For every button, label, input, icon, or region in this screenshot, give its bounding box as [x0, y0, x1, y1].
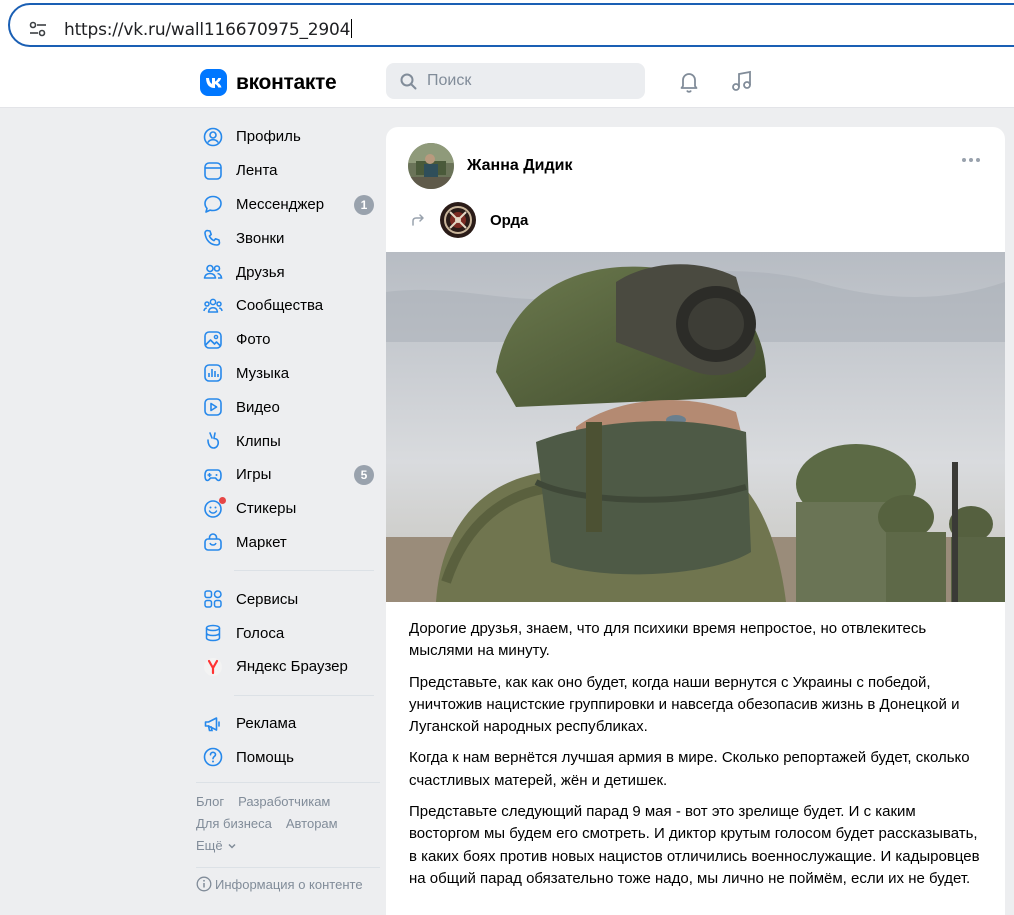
- business-link[interactable]: Для бизнеса: [196, 816, 272, 831]
- developers-link[interactable]: Разработчикам: [238, 794, 330, 809]
- sidebar-item-services[interactable]: Сервисы: [196, 582, 382, 616]
- more-options-icon[interactable]: [961, 157, 981, 163]
- sidebar-divider: [234, 694, 374, 696]
- post-photo[interactable]: [386, 252, 1005, 602]
- sidebar-item-friends[interactable]: Друзья: [196, 255, 382, 289]
- sidebar-item-label: Голоса: [236, 624, 285, 642]
- post-card: Жанна Дидик Орда Дорогие друзья, знаем, …: [386, 127, 1005, 915]
- unread-count-badge: 1: [354, 194, 374, 215]
- sidebar-item-label: Видео: [236, 398, 280, 416]
- post-author-name[interactable]: Жанна Дидик: [467, 157, 572, 175]
- notifications-bell-icon[interactable]: [677, 69, 701, 93]
- post-paragraph: Дорогие друзья, знаем, что для психики в…: [409, 620, 927, 660]
- sidebar-item-music[interactable]: Музыка: [196, 357, 382, 391]
- sidebar-item-photo[interactable]: Фото: [196, 323, 382, 357]
- post-paragraph: Представьте, как как оно будет, когда на…: [409, 673, 960, 736]
- repost-arrow-icon: [412, 214, 424, 226]
- video-icon: [202, 396, 224, 418]
- sidebar-divider: [234, 570, 374, 572]
- author-avatar[interactable]: [408, 143, 454, 189]
- sidebar-item-profile[interactable]: Профиль: [196, 120, 382, 154]
- sidebar-item-market[interactable]: Маркет: [196, 526, 382, 560]
- logo-text: вконтакте: [236, 70, 337, 94]
- source-avatar[interactable]: [440, 202, 476, 238]
- friends-icon: [202, 261, 224, 283]
- sidebar-item-label: Мессенджер: [236, 195, 325, 213]
- clips-icon: [202, 430, 224, 452]
- phone-icon: [202, 227, 224, 249]
- sidebar-footer: Блог Разработчикам Для бизнеса Авторам Ещё: [196, 791, 382, 857]
- sidebar-item-label: Фото: [236, 331, 271, 349]
- post-paragraph: Когда к нам вернётся лучшая армия в мире…: [409, 749, 970, 789]
- sidebar-item-label: Яндекс Браузер: [236, 658, 348, 676]
- stickers-icon: [202, 496, 226, 520]
- url-text[interactable]: https://vk.ru/wall116670975_2904: [64, 19, 353, 40]
- content-info-link[interactable]: Информация о контенте: [196, 876, 382, 892]
- sidebar-item-label: Маркет: [236, 533, 287, 551]
- sidebar-item-clips[interactable]: Клипы: [196, 424, 382, 458]
- sidebar-item-label: Сообщества: [236, 297, 324, 315]
- post-paragraph: Представьте следующий парад 9 мая - вот …: [409, 803, 980, 887]
- vk-logo[interactable]: вконтакте: [200, 69, 337, 96]
- chevron-down-icon: [228, 844, 236, 849]
- source-community-name[interactable]: Орда: [490, 212, 528, 229]
- services-icon: [202, 588, 224, 610]
- sidebar-divider: [196, 782, 380, 784]
- sidebar-item-stickers[interactable]: Стикеры: [196, 492, 382, 526]
- post-text: Дорогие друзья, знаем, что для психики в…: [409, 618, 989, 899]
- address-bar[interactable]: https://vk.ru/wall116670975_2904: [8, 3, 1014, 47]
- vk-logo-icon: [200, 69, 227, 96]
- more-link: Ещё: [196, 838, 223, 854]
- site-settings-icon[interactable]: [28, 21, 48, 37]
- sidebar-item-feed[interactable]: Лента: [196, 154, 382, 188]
- sidebar-item-communities[interactable]: Сообщества: [196, 289, 382, 323]
- more-links-toggle[interactable]: Ещё: [196, 835, 382, 857]
- photo-icon: [202, 329, 224, 351]
- sidebar-item-label: Профиль: [236, 128, 301, 146]
- browser-toolbar: https://vk.ru/wall116670975_2904: [0, 0, 1014, 52]
- left-sidebar: Профиль Лента Мессенджер 1 Звонки Друзья…: [196, 120, 382, 892]
- sidebar-item-help[interactable]: Помощь: [196, 741, 382, 775]
- sidebar-item-yandex-browser[interactable]: Яндекс Браузер: [196, 650, 382, 684]
- games-icon: [202, 464, 224, 486]
- sidebar-item-label: Сервисы: [236, 590, 299, 608]
- profile-icon: [202, 126, 224, 148]
- blog-link[interactable]: Блог: [196, 794, 224, 809]
- search-icon: [400, 73, 417, 90]
- sidebar-item-label: Друзья: [236, 263, 285, 281]
- sidebar-item-label: Лента: [236, 162, 278, 180]
- sidebar-item-label: Звонки: [236, 229, 285, 247]
- sidebar-item-label: Стикеры: [236, 500, 297, 518]
- new-indicator-dot: [219, 496, 226, 504]
- authors-link[interactable]: Авторам: [286, 816, 338, 831]
- sidebar-item-votes[interactable]: Голоса: [196, 616, 382, 650]
- sidebar-item-label: Игры: [236, 466, 272, 484]
- sidebar-divider: [196, 867, 380, 869]
- yandex-browser-icon: [202, 656, 224, 678]
- help-icon: [202, 746, 224, 768]
- messenger-icon: [202, 193, 224, 215]
- sidebar-item-label: Помощь: [236, 748, 294, 766]
- search-placeholder: Поиск: [427, 72, 472, 89]
- info-icon: [196, 876, 212, 892]
- sidebar-item-calls[interactable]: Звонки: [196, 221, 382, 255]
- votes-icon: [202, 622, 224, 644]
- sidebar-item-label: Музыка: [236, 364, 290, 382]
- sidebar-item-ads[interactable]: Реклама: [196, 707, 382, 741]
- music-player-icon[interactable]: [730, 69, 754, 93]
- news-feed-icon: [202, 160, 224, 182]
- content-info-label: Информация о контенте: [215, 876, 363, 892]
- communities-icon: [202, 295, 224, 317]
- sidebar-item-games[interactable]: Игры 5: [196, 458, 382, 492]
- music-icon: [202, 362, 224, 384]
- sidebar-item-video[interactable]: Видео: [196, 390, 382, 424]
- market-icon: [202, 531, 224, 553]
- games-count-badge: 5: [354, 464, 374, 485]
- search-input[interactable]: Поиск: [386, 63, 645, 99]
- sidebar-item-label: Клипы: [236, 432, 281, 450]
- sidebar-item-label: Реклама: [236, 715, 297, 733]
- sidebar-item-messenger[interactable]: Мессенджер 1: [196, 188, 382, 222]
- ads-icon: [202, 713, 224, 735]
